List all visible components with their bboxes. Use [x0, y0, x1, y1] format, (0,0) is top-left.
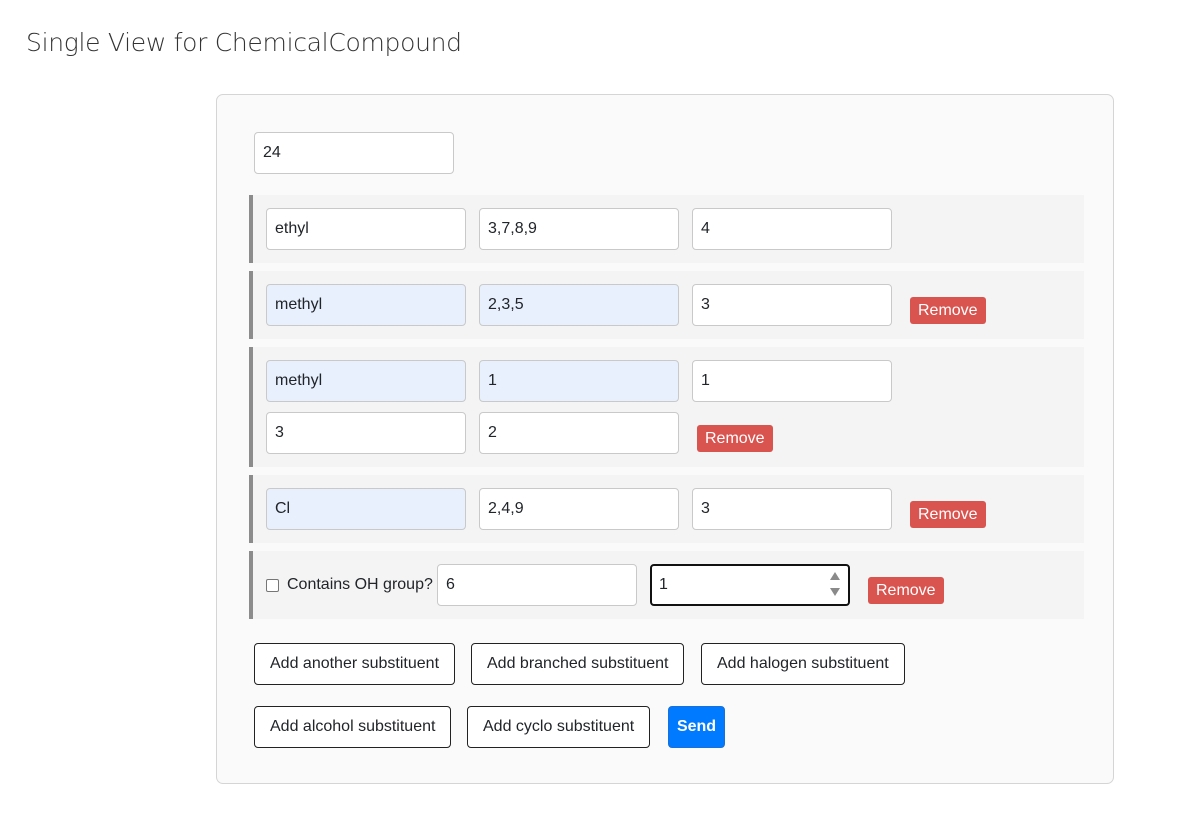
spinner-down-icon[interactable]: [830, 588, 840, 596]
add-branched-substituent-button[interactable]: Add branched substituent: [471, 643, 685, 685]
add-alcohol-substituent-button[interactable]: Add alcohol substituent: [254, 706, 452, 748]
substituent-positions-input[interactable]: [479, 284, 679, 326]
branch-length-input[interactable]: [479, 412, 679, 454]
branch-position-input[interactable]: [266, 412, 466, 454]
substituent-name-input[interactable]: [266, 208, 466, 250]
add-halogen-substituent-button[interactable]: Add halogen substituent: [701, 643, 905, 685]
substituent-count-input[interactable]: [692, 360, 892, 402]
spinner-up-icon[interactable]: [830, 572, 840, 580]
page-title: Single View for ChemicalCompound: [26, 28, 462, 57]
substituent-name-input[interactable]: [266, 488, 466, 530]
remove-substituent-button[interactable]: Remove: [697, 425, 773, 452]
substituent-count-input[interactable]: [692, 208, 892, 250]
main-chain-length-input[interactable]: [254, 132, 454, 174]
remove-substituent-button[interactable]: Remove: [868, 577, 944, 604]
oh-group-label-text: Contains OH group?: [287, 576, 433, 593]
substituent-positions-input[interactable]: [479, 488, 679, 530]
alcohol-positions-input[interactable]: [437, 564, 637, 606]
substituent-name-input[interactable]: [266, 360, 466, 402]
substituent-positions-input[interactable]: [479, 208, 679, 250]
substituent-row-ethyl: [249, 195, 1084, 263]
remove-substituent-button[interactable]: Remove: [910, 501, 986, 528]
substituent-count-input[interactable]: [692, 284, 892, 326]
send-button[interactable]: Send: [668, 706, 725, 748]
add-another-substituent-button[interactable]: Add another substituent: [254, 643, 456, 685]
oh-group-checkbox[interactable]: [266, 578, 279, 592]
remove-substituent-button[interactable]: Remove: [910, 297, 986, 324]
substituent-row-alcohol: Contains OH group? Remove: [249, 551, 1084, 619]
substituent-row-halogen: Remove: [249, 475, 1084, 543]
number-spinner[interactable]: [830, 572, 840, 596]
substituent-positions-input[interactable]: [479, 360, 679, 402]
oh-group-label[interactable]: Contains OH group?: [266, 551, 433, 619]
substituent-count-input[interactable]: [692, 488, 892, 530]
substituent-row-branched: Remove: [249, 347, 1084, 467]
substituent-name-input[interactable]: [266, 284, 466, 326]
alcohol-count-wrapper: [650, 564, 850, 606]
substituent-row-methyl: Remove: [249, 271, 1084, 339]
add-cyclo-substituent-button[interactable]: Add cyclo substituent: [467, 706, 651, 748]
alcohol-count-number-input[interactable]: [650, 564, 850, 606]
compound-form: Remove Remove Remove Contains OH group? …: [216, 94, 1114, 784]
